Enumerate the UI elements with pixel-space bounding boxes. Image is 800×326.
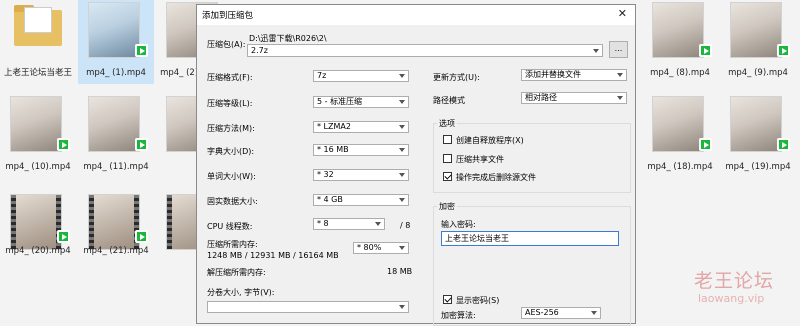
video-tile[interactable]: mp4_ (9).mp4: [720, 0, 796, 84]
video-thumbnail: [88, 96, 140, 152]
split-label: 分卷大小, 字节(V):: [207, 288, 275, 297]
encryption-title: 加密: [437, 201, 457, 212]
mem-decompress-value: 18 MB: [387, 267, 413, 276]
dialog-title: 添加到压缩包: [202, 11, 254, 21]
file-name: mp4_ (10).mp4: [5, 162, 71, 172]
video-badge-icon: [699, 138, 712, 151]
mem-compress-detail: 1248 MB / 12931 MB / 16164 MB: [207, 251, 339, 260]
add-to-archive-dialog: 添加到压缩包 ✕ 压缩包(A): D:\迅雷下载\R026\2\ 2.7z ..…: [196, 4, 636, 326]
video-badge-icon: [135, 138, 148, 151]
dialog-titlebar[interactable]: 添加到压缩包 ✕: [197, 5, 635, 25]
delete-source-checkbox[interactable]: [443, 172, 452, 181]
delete-source-label: 操作完成后删除源文件: [456, 173, 536, 182]
video-tile[interactable]: mp4_ (21).mp4: [78, 178, 154, 262]
file-name: 上老王论坛当老王: [3, 68, 72, 78]
word-label: 单词大小(W):: [207, 172, 256, 181]
watermark-domain: laowang.vip: [698, 292, 765, 305]
video-thumbnail: [730, 96, 782, 152]
solid-label: 固实数据大小:: [207, 197, 258, 206]
archive-path: D:\迅雷下载\R026\2\: [249, 34, 327, 43]
close-icon[interactable]: ✕: [618, 7, 627, 20]
video-tile[interactable]: mp4_ (19).mp4: [720, 94, 796, 178]
mem-usage-select[interactable]: * 80%: [353, 242, 409, 254]
file-name: mp4_ (18).mp4: [647, 162, 713, 172]
format-label: 压缩格式(F):: [207, 73, 253, 82]
shared-label: 压缩共享文件: [456, 155, 504, 164]
video-thumbnail: [10, 96, 62, 152]
split-select[interactable]: [207, 301, 409, 313]
dict-label: 字典大小(D):: [207, 147, 255, 156]
browse-button[interactable]: ...: [609, 41, 628, 58]
video-thumbnail: [88, 194, 140, 250]
archive-label: 压缩包(A):: [207, 40, 246, 49]
encryption-method-select[interactable]: AES-256: [521, 307, 601, 319]
video-badge-icon: [135, 230, 148, 243]
folder-tile[interactable]: 上老王论坛当老王: [0, 2, 76, 94]
file-name: mp4_ (9).mp4: [728, 68, 788, 78]
level-label: 压缩等级(L):: [207, 99, 253, 108]
path-mode-label: 路径模式: [433, 96, 465, 105]
video-thumbnail: [88, 2, 140, 58]
file-name: mp4_ (19).mp4: [725, 162, 791, 172]
solid-select[interactable]: * 4 GB: [313, 194, 409, 206]
video-badge-icon: [777, 44, 790, 57]
video-badge-icon: [57, 138, 70, 151]
path-mode-select[interactable]: 相对路径: [521, 92, 627, 104]
word-select[interactable]: * 32: [313, 169, 409, 181]
show-password-checkbox[interactable]: [443, 295, 452, 304]
video-tile[interactable]: mp4_ (1).mp4: [78, 0, 154, 84]
password-label: 输入密码:: [441, 220, 476, 229]
video-tile[interactable]: mp4_ (18).mp4: [642, 94, 718, 178]
video-thumbnail: [10, 194, 62, 250]
dict-select[interactable]: * 16 MB: [313, 144, 409, 156]
method-label: 压缩方法(M):: [207, 124, 255, 133]
file-name: mp4_ (20).mp4: [5, 246, 71, 256]
level-select[interactable]: 5 - 标准压缩: [313, 96, 409, 108]
update-label: 更新方式(U):: [433, 73, 480, 82]
video-thumbnail: [652, 2, 704, 58]
folder-icon: [14, 5, 62, 46]
password-input[interactable]: 上老王论坛当老王: [441, 231, 619, 246]
mem-decompress-label: 解压缩所需内存:: [207, 268, 266, 277]
video-tile[interactable]: mp4_ (10).mp4: [0, 94, 76, 178]
format-select[interactable]: 7z: [313, 70, 409, 82]
video-badge-icon: [699, 44, 712, 57]
video-thumbnail: [730, 2, 782, 58]
cpu-select[interactable]: * 8: [313, 218, 385, 230]
cpu-label: CPU 线程数:: [207, 222, 253, 231]
video-tile[interactable]: mp4_ (20).mp4: [0, 178, 76, 262]
file-name: mp4_ (11).mp4: [83, 162, 149, 172]
file-name: mp4_ (8).mp4: [650, 68, 710, 78]
file-name: mp4_ (21).mp4: [83, 246, 149, 256]
sfx-label: 创建自释放程序(X): [456, 136, 524, 145]
video-badge-icon: [777, 138, 790, 151]
method-select[interactable]: * LZMA2: [313, 121, 409, 133]
file-name: mp4_ (1).mp4: [86, 68, 146, 78]
video-tile[interactable]: mp4_ (8).mp4: [642, 0, 718, 84]
video-thumbnail: [652, 96, 704, 152]
video-badge-icon: [135, 44, 148, 57]
cpu-max: / 8: [400, 221, 411, 230]
update-select[interactable]: 添加并替换文件: [521, 69, 627, 81]
sfx-checkbox[interactable]: [443, 135, 452, 144]
video-tile[interactable]: mp4_ (11).mp4: [78, 94, 154, 178]
show-password-label: 显示密码(S): [456, 296, 500, 305]
shared-checkbox[interactable]: [443, 154, 452, 163]
video-badge-icon: [57, 230, 70, 243]
options-title: 选项: [437, 118, 457, 129]
archive-name-combo[interactable]: 2.7z: [247, 44, 603, 57]
watermark-title: 老王论坛: [694, 270, 775, 292]
mem-compress-label: 压缩所需内存:: [207, 240, 258, 249]
